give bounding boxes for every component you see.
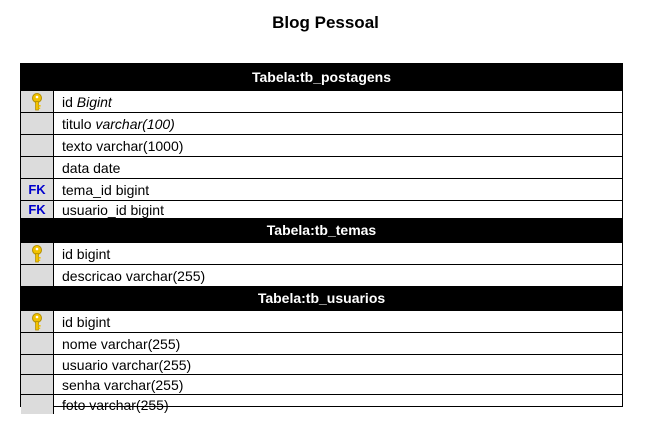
field-type: varchar(100)	[95, 115, 175, 132]
field-type: bigint	[130, 201, 164, 218]
field-badge-cell	[21, 355, 54, 374]
key-icon	[30, 92, 44, 111]
field-name: usuario	[62, 356, 108, 373]
foreign-key-badge: FK	[28, 202, 46, 217]
field-type: varchar(255)	[125, 267, 206, 284]
field-row: data date	[21, 156, 622, 178]
field-badge-cell	[21, 265, 54, 286]
field-badge-cell	[21, 91, 54, 112]
field-row: titulo varchar(100)	[21, 112, 622, 134]
key-icon	[30, 312, 44, 331]
field-badge-cell	[21, 333, 54, 354]
field-badge-cell	[21, 135, 54, 156]
table-header: Tabela:tb_temas	[21, 218, 622, 242]
field-definition: id Bigint	[62, 91, 112, 112]
field-name: id	[62, 313, 73, 330]
field-row: FK usuario_id bigint	[21, 200, 622, 218]
field-definition: texto varchar(1000)	[62, 135, 183, 156]
field-row: id bigint	[21, 242, 622, 264]
field-badge-cell	[21, 157, 54, 178]
key-icon	[30, 244, 44, 263]
field-name: tema_id	[62, 181, 112, 198]
field-type: bigint	[76, 245, 111, 262]
field-badge-cell	[21, 113, 54, 134]
field-name: nome	[62, 335, 98, 352]
field-row: foto varchar(255)	[21, 394, 622, 414]
field-badge-cell	[21, 395, 54, 414]
table-header: Tabela:tb_usuarios	[21, 286, 622, 310]
field-name: usuario_id	[62, 201, 127, 218]
field-name: descricao	[62, 267, 122, 284]
field-type: varchar(255)	[100, 335, 181, 352]
field-definition: tema_id bigint	[62, 179, 149, 200]
field-type: varchar(255)	[89, 396, 169, 413]
field-badge-cell: FK	[21, 201, 54, 218]
foreign-key-badge: FK	[28, 182, 46, 197]
field-definition: descricao varchar(255)	[62, 265, 205, 286]
field-row: descricao varchar(255)	[21, 264, 622, 286]
field-type: varchar(1000)	[96, 137, 184, 154]
schema-table-container: Tabela:tb_postagens id Bigint titulo varch…	[20, 63, 623, 414]
field-badge-cell: FK	[21, 179, 54, 200]
field-definition: titulo varchar(100)	[62, 113, 175, 134]
field-type: bigint	[76, 313, 111, 330]
field-type: bigint	[115, 181, 150, 198]
table-header: Tabela:tb_postagens	[21, 64, 622, 90]
field-row: nome varchar(255)	[21, 332, 622, 354]
field-type: varchar(255)	[104, 376, 184, 393]
field-name: senha	[62, 376, 101, 393]
field-name: foto	[62, 396, 86, 413]
field-definition: nome varchar(255)	[62, 333, 180, 354]
field-badge-cell	[21, 243, 54, 264]
field-name: texto	[62, 137, 93, 154]
field-row: FK tema_id bigint	[21, 178, 622, 200]
field-definition: usuario varchar(255)	[62, 355, 191, 374]
field-definition: id bigint	[62, 243, 110, 264]
field-row: id bigint	[21, 310, 622, 332]
field-row: id Bigint	[21, 90, 622, 112]
field-type: date	[93, 159, 121, 176]
field-name: id	[62, 245, 73, 262]
field-definition: usuario_id bigint	[62, 201, 164, 218]
field-name: titulo	[62, 115, 92, 132]
field-row: texto varchar(1000)	[21, 134, 622, 156]
field-type: Bigint	[76, 93, 112, 110]
field-row: usuario varchar(255)	[21, 354, 622, 374]
field-badge-cell	[21, 311, 54, 332]
field-definition: data date	[62, 157, 120, 178]
field-definition: id bigint	[62, 311, 110, 332]
field-badge-cell	[21, 375, 54, 394]
field-name: id	[62, 93, 73, 110]
field-name: data	[62, 159, 90, 176]
field-type: varchar(255)	[111, 356, 192, 373]
diagram-title: Blog Pessoal	[272, 13, 379, 32]
field-definition: senha varchar(255)	[62, 375, 183, 394]
field-definition: foto varchar(255)	[62, 395, 169, 414]
field-row: senha varchar(255)	[21, 374, 622, 394]
